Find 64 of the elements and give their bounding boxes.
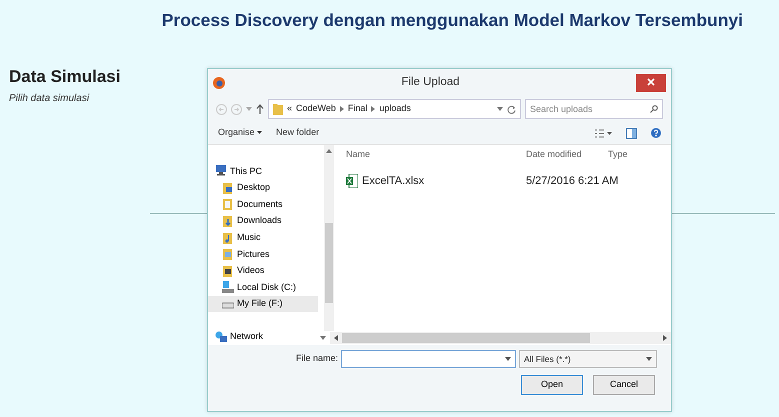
network-icon — [215, 330, 227, 343]
downloads-icon — [222, 215, 234, 228]
search-field[interactable]: Search uploads — [525, 99, 663, 119]
nav-item[interactable]: My File (F:) — [208, 296, 318, 312]
browser-logo-icon — [213, 76, 225, 88]
up-arrow-icon[interactable] — [256, 104, 264, 114]
caret-icon — [257, 131, 262, 134]
refresh-icon[interactable] — [507, 104, 516, 114]
scroll-down-icon[interactable] — [320, 336, 326, 340]
file-date: 5/27/2016 6:21 AM — [526, 174, 618, 189]
breadcrumb-item[interactable]: Final — [348, 102, 368, 116]
nav-item[interactable]: Desktop — [208, 180, 318, 196]
preview-pane-icon[interactable] — [626, 128, 637, 138]
column-header[interactable]: Type — [608, 148, 648, 162]
file-type-dropdown[interactable]: All Files (*.*) — [519, 350, 657, 368]
nav-item[interactable]: Documents — [208, 196, 318, 213]
help-icon[interactable] — [651, 128, 661, 138]
videos-icon — [222, 264, 234, 277]
close-icon — [647, 78, 655, 86]
spreadsheet-file-icon — [346, 174, 358, 188]
nav-item[interactable]: This PC — [208, 163, 318, 180]
documents-icon — [222, 198, 234, 210]
chevron-right-icon — [371, 106, 376, 112]
dropdown-caret-icon — [505, 357, 511, 361]
dropdown-caret-icon[interactable] — [497, 107, 503, 111]
breadcrumb-item[interactable]: CodeWeb — [296, 102, 336, 116]
breadcrumb-overflow[interactable]: « — [287, 102, 292, 116]
dropdown-caret-icon — [646, 357, 652, 361]
dialog-button[interactable]: Cancel — [593, 375, 655, 395]
nav-item[interactable]: Videos — [208, 262, 318, 280]
nav-item[interactable]: Downloads — [208, 212, 318, 230]
column-header[interactable]: Date modified — [526, 148, 608, 162]
close-button[interactable] — [636, 74, 666, 92]
dialog-button[interactable]: Open — [521, 375, 583, 395]
file-name-field[interactable] — [341, 350, 516, 368]
address-bar[interactable]: « CodeWeb Final uploads — [268, 99, 521, 119]
new-folder-button[interactable]: New folder — [276, 126, 320, 140]
column-header[interactable]: Name — [346, 148, 526, 162]
breadcrumb-item[interactable]: uploads — [379, 102, 411, 116]
music-icon — [222, 232, 234, 244]
scroll-right-icon[interactable] — [663, 335, 667, 341]
desktop-icon — [222, 182, 234, 194]
disk-icon — [222, 281, 234, 294]
nav-item[interactable]: Network — [208, 328, 318, 345]
horizontal-scrollbar[interactable] — [330, 332, 671, 344]
field-label: File name: — [296, 352, 338, 366]
chevron-right-icon — [340, 106, 344, 112]
folder-icon — [273, 103, 283, 115]
scroll-left-icon[interactable] — [334, 335, 338, 341]
section-hint: Pilih data simulasi — [9, 92, 90, 106]
scrollbar[interactable] — [324, 145, 334, 331]
nav-item[interactable]: Local Disk (C:) — [208, 279, 318, 296]
organise-button[interactable]: Organise — [218, 126, 262, 140]
nav-item[interactable]: Pictures — [208, 246, 318, 263]
pc-icon — [215, 165, 227, 178]
section-title: Data Simulasi — [9, 67, 120, 88]
view-options-icon[interactable] — [595, 128, 612, 138]
page-title: Process Discovery dengan menggunakan Model Markov Tersembunyi — [160, 9, 744, 31]
scroll-up-icon[interactable] — [326, 149, 332, 153]
nav-item[interactable]: Music — [208, 229, 318, 246]
search-icon — [650, 105, 658, 113]
file-name[interactable]: ExcelTA.xlsx — [362, 172, 424, 190]
pictures-icon — [222, 248, 234, 260]
window-title: File Upload — [400, 74, 461, 90]
